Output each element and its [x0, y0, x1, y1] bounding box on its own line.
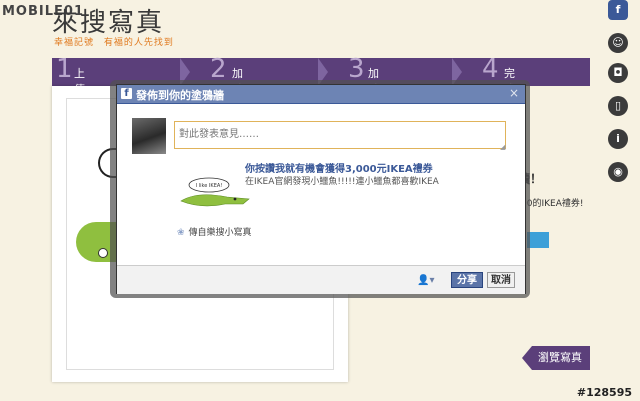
thumbnail-crocodile-eye [233, 197, 237, 201]
slogan-part-1: 幸福記號 [54, 38, 95, 48]
phone-icon[interactable]: ▯ [608, 96, 628, 116]
app-slogan: 幸福記號 有福的人先找到 [54, 35, 180, 48]
attachment-title-link[interactable]: 你按讚我就有機會獲得3,000元IKEA禮券 [245, 160, 433, 175]
right-panel-subtext: 00的IKEA禮券! [521, 199, 584, 209]
thumbnail-speech-text: I like IKEA! [196, 183, 223, 189]
smiley-icon[interactable]: ☺ [608, 33, 628, 53]
facebook-icon[interactable]: f [608, 0, 628, 20]
source-text[interactable]: 傳自樂搜小寫真 [189, 228, 252, 238]
browse-photos-button[interactable]: 瀏覽寫真 [522, 346, 590, 370]
app-gear-icon: ❀ [177, 228, 185, 238]
close-icon[interactable]: × [509, 86, 519, 100]
dialog-title: 發佈到你的塗鴉牆 [136, 89, 224, 102]
privacy-selector-icon[interactable]: 👤▾ [417, 275, 434, 286]
app-logo-title: 來搜寫真 [52, 8, 165, 38]
share-button[interactable]: 分享 [451, 272, 483, 288]
right-panel-button[interactable] [527, 232, 549, 248]
info-icon[interactable]: i [608, 129, 628, 149]
comment-input[interactable] [174, 121, 506, 149]
location-icon[interactable]: ◉ [608, 162, 628, 182]
thumbnail-crocodile [180, 194, 250, 207]
source-line: ❀ 傳自樂搜小寫真 [177, 225, 252, 238]
browse-photos-label: 瀏覽寫真 [538, 351, 582, 364]
dialog-footer: 👤▾ 分享 取消 [117, 265, 525, 294]
facebook-share-dialog: f 發佈到你的塗鴉牆 × ◢ I like IKEA! 你按讚我就有機會獲得3,… [116, 84, 526, 294]
camera-icon[interactable]: ◘ [608, 63, 628, 83]
user-avatar [132, 118, 166, 154]
slogan-part-2: 有福的人先找到 [103, 38, 174, 48]
cancel-button[interactable]: 取消 [487, 272, 515, 288]
dialog-header: f 發佈到你的塗鴉牆 × [117, 85, 525, 104]
crocodile-eye [98, 248, 108, 258]
facebook-logo-icon: f [121, 88, 132, 99]
step-1-number: 1 [56, 54, 73, 84]
watermark-post-id: #128595 [576, 386, 632, 399]
resize-grip-icon[interactable]: ◢ [500, 143, 505, 151]
attachment-description: 在IKEA官網發現小鱷魚!!!!!連小鱷魚都喜歡IKEA [245, 177, 439, 187]
